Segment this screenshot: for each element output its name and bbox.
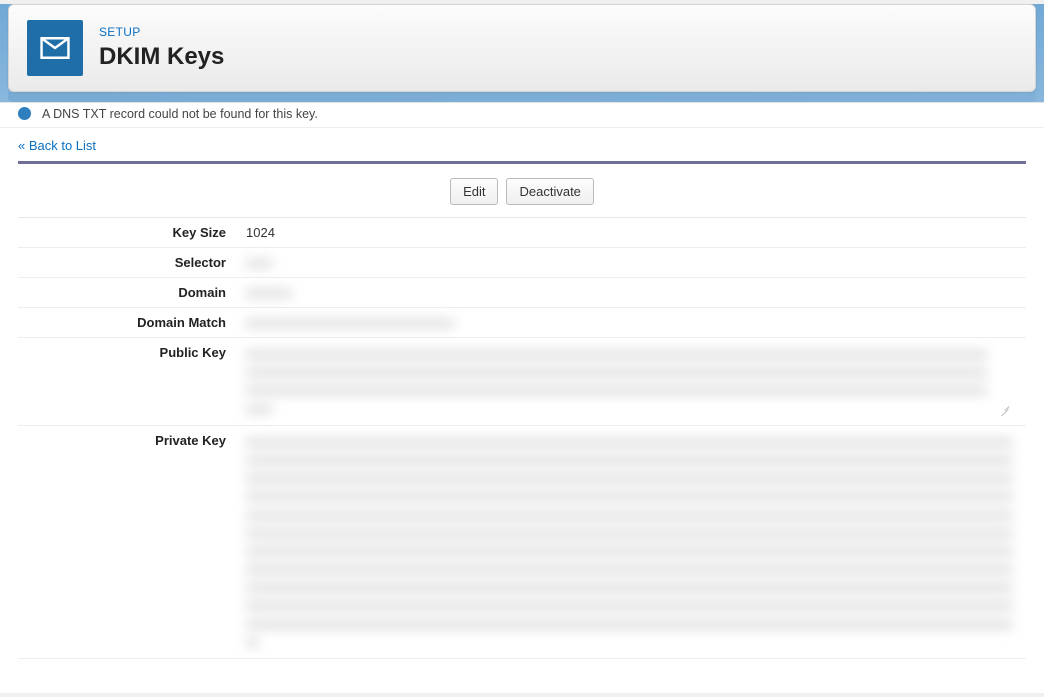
label-domain-match: Domain Match bbox=[18, 308, 236, 338]
back-to-list-link[interactable]: « Back to List bbox=[0, 128, 1044, 161]
row-selector: Selector xxxx bbox=[18, 248, 1026, 278]
value-key-size: 1024 bbox=[236, 218, 1026, 248]
alert-text: A DNS TXT record could not be found for … bbox=[42, 107, 318, 121]
value-domain-match: xxxxxxxxxxxxxxxxxxxxxxxxxxxxxxxx bbox=[246, 315, 454, 330]
row-private-key: Private Key xxxxxxxxxxxxxxxxxxxxxxxxxxxx… bbox=[18, 425, 1026, 658]
row-domain-match: Domain Match xxxxxxxxxxxxxxxxxxxxxxxxxxx… bbox=[18, 308, 1026, 338]
alert-message: A DNS TXT record could not be found for … bbox=[0, 103, 1044, 128]
value-domain: xxxxxxx bbox=[246, 285, 292, 300]
page-header: SETUP DKIM Keys bbox=[8, 4, 1036, 92]
deactivate-button[interactable]: Deactivate bbox=[506, 178, 593, 205]
row-public-key: Public Key xxxxxxxxxxxxxxxxxxxxxxxxxxxxx… bbox=[18, 338, 1026, 426]
value-private-key: xxxxxxxxxxxxxxxxxxxxxxxxxxxxxxxxxxxxxxxx… bbox=[246, 433, 1016, 651]
header-section: SETUP bbox=[99, 25, 224, 39]
row-domain: Domain xxxxxxx bbox=[18, 278, 1026, 308]
label-selector: Selector bbox=[18, 248, 236, 278]
edit-button[interactable]: Edit bbox=[450, 178, 498, 205]
value-selector: xxxx bbox=[246, 255, 272, 270]
decorative-strip bbox=[8, 92, 1036, 102]
resize-handle-icon[interactable] bbox=[1000, 406, 1010, 416]
page-title: DKIM Keys bbox=[99, 43, 224, 71]
detail-table: Key Size 1024 Selector xxxx Domain xxxxx… bbox=[18, 218, 1026, 659]
mail-icon bbox=[27, 20, 83, 76]
label-key-size: Key Size bbox=[18, 218, 236, 248]
toolbar: Edit Deactivate bbox=[18, 164, 1026, 218]
row-key-size: Key Size 1024 bbox=[18, 218, 1026, 248]
label-private-key: Private Key bbox=[18, 425, 236, 658]
label-domain: Domain bbox=[18, 278, 236, 308]
value-public-key: xxxxxxxxxxxxxxxxxxxxxxxxxxxxxxxxxxxxxxxx… bbox=[246, 345, 988, 418]
label-public-key: Public Key bbox=[18, 338, 236, 426]
